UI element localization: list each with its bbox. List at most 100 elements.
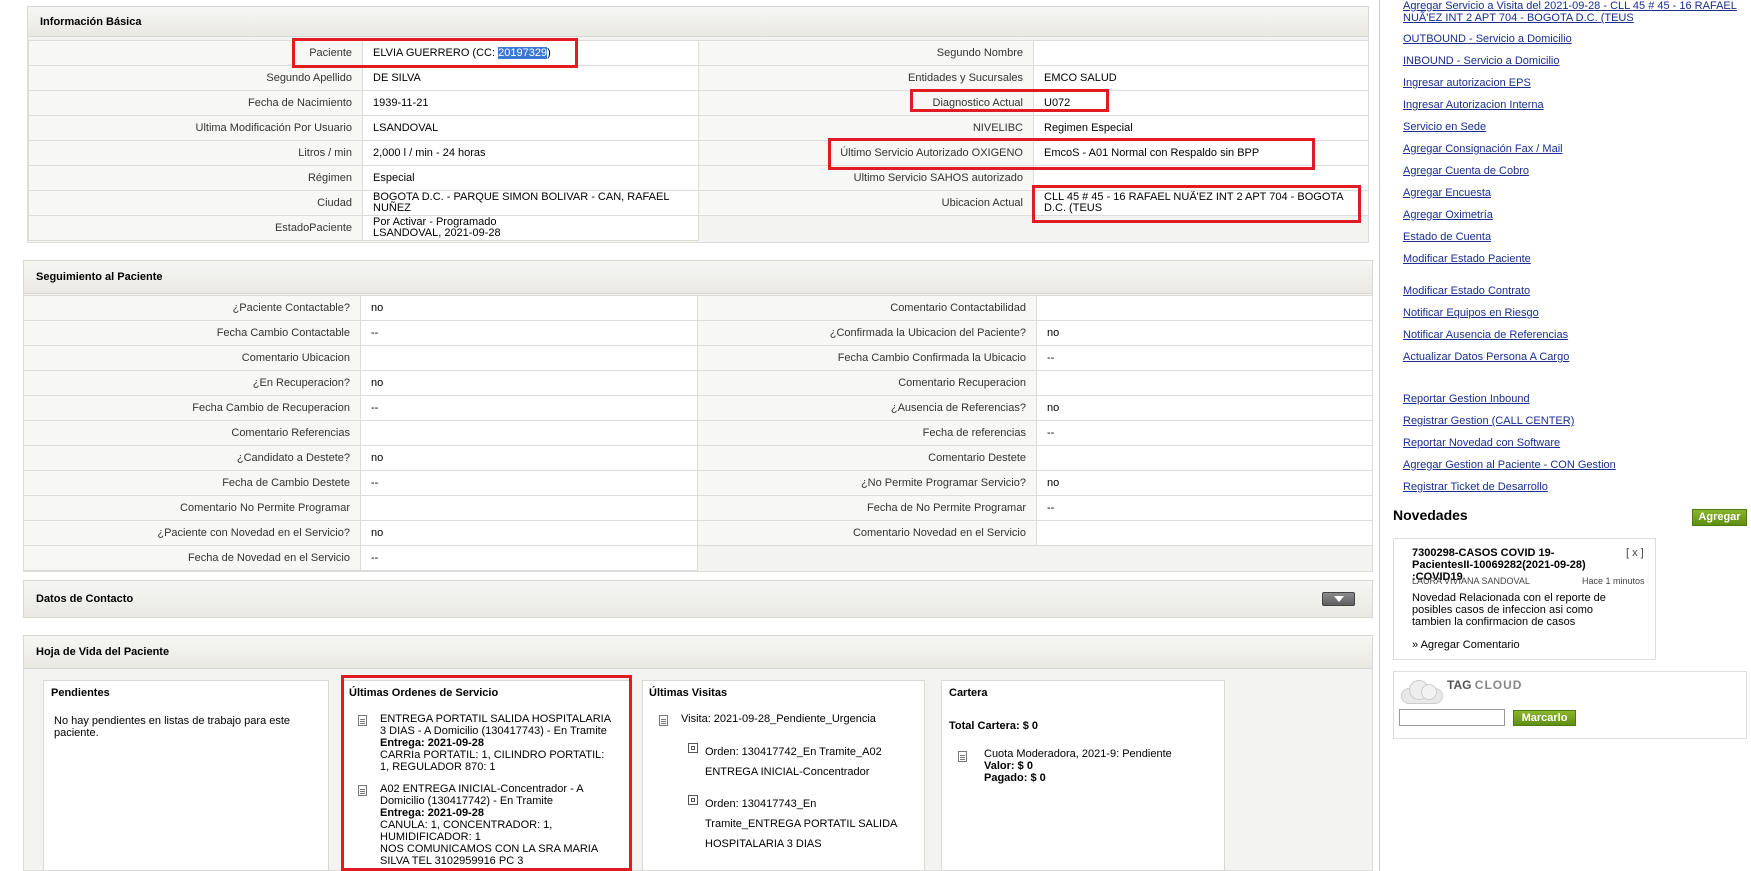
table-row: Régimen Especial <box>28 165 699 191</box>
table-row: Comentario Contactabilidad <box>697 295 1373 321</box>
novedad-time: Hace 1 minutos <box>1582 576 1645 586</box>
chevron-down-icon <box>1334 596 1344 602</box>
table-row: Comentario Referencias <box>23 420 698 446</box>
link-inbound[interactable]: INBOUND - Servicio a Domicilio <box>1403 55 1559 67</box>
patient-id: 20197329 <box>498 46 548 59</box>
pendientes-text: No hay pendientes en listas de trabajo p… <box>54 715 291 739</box>
table-row: Fecha de referencias -- <box>697 420 1373 446</box>
link-servicio-sede[interactable]: Servicio en Sede <box>1403 121 1486 133</box>
field-label: ¿Ausencia de Referencias? <box>697 395 1037 421</box>
field-label: Ciudad <box>28 190 363 216</box>
link-ticket-desarrollo[interactable]: Registrar Ticket de Desarrollo <box>1403 481 1548 493</box>
visit-order-item[interactable]: Orden: 130417743_En Tramite_ENTREGA PORT… <box>705 794 897 854</box>
expand-button[interactable] <box>1322 592 1355 606</box>
document-icon <box>358 715 367 726</box>
link-modificar-estado-contrato[interactable]: Modificar Estado Contrato <box>1403 285 1530 297</box>
table-row: Entidades y Sucursales EMCO SALUD <box>698 65 1369 91</box>
novedades-title: Novedades <box>1393 507 1468 523</box>
order-icon <box>688 795 698 805</box>
field-label: Comentario Referencias <box>23 420 361 446</box>
field-value: Especial <box>362 165 699 191</box>
field-label: ¿Confirmada la Ubicacion del Paciente? <box>697 320 1037 346</box>
field-label: ¿Candidato a Destete? <box>23 445 361 471</box>
add-service-visit-link[interactable]: Agregar Servicio a Visita del 2021-09-28… <box>1403 0 1737 24</box>
link-datos-persona-cargo[interactable]: Actualizar Datos Persona A Cargo <box>1403 351 1569 363</box>
table-row: Fecha Cambio de Recuperacion -- <box>23 395 698 421</box>
table-row: Ciudad BOGOTA D.C. - PARQUE SIMON BOLIVAR… <box>28 190 699 216</box>
field-label: Fecha de Cambio Destete <box>23 470 361 496</box>
field-value <box>360 420 698 446</box>
tag-input[interactable] <box>1399 709 1505 726</box>
table-row: ¿Confirmada la Ubicacion del Paciente? no <box>697 320 1373 346</box>
link-gestion-inbound[interactable]: Reportar Gestion Inbound <box>1403 393 1530 405</box>
contacto-header[interactable]: Datos de Contacto <box>23 580 1373 618</box>
link-cuenta-cobro[interactable]: Agregar Cuenta de Cobro <box>1403 165 1529 177</box>
document-icon <box>358 785 367 796</box>
add-comment-link[interactable]: » Agregar Comentario <box>1412 639 1520 651</box>
order-item[interactable]: A02 ENTREGA INICIAL-Concentrador - A Dom… <box>380 783 625 867</box>
link-outbound[interactable]: OUTBOUND - Servicio a Domicilio <box>1403 33 1572 45</box>
link-novedad-software[interactable]: Reportar Novedad con Software <box>1403 437 1560 449</box>
order-icon <box>688 743 698 753</box>
link-autorizacion-eps[interactable]: Ingresar autorizacion EPS <box>1403 77 1531 89</box>
close-icon[interactable]: [ x ] <box>1626 547 1644 559</box>
field-label: Fecha de referencias <box>697 420 1037 446</box>
link-oximetria[interactable]: Agregar Oximetría <box>1403 209 1493 221</box>
novedad-body: Novedad Relacionada con el reporte de po… <box>1412 592 1606 628</box>
field-label: Fecha Cambio Contactable <box>23 320 361 346</box>
visit-item[interactable]: Visita: 2021-09-28_Pendiente_Urgencia <box>681 713 876 725</box>
ordenes-panel: Últimas Ordenes de Servicio ENTREGA PORT… <box>342 680 630 871</box>
cartera-title: Cartera <box>949 687 988 699</box>
table-row: ¿No Permite Programar Servicio? no <box>697 470 1373 496</box>
field-label: Litros / min <box>28 140 363 166</box>
table-row: Paciente ELVIA GUERRERO (CC: 20197329) <box>28 40 699 66</box>
contacto-title: Datos de Contacto <box>36 593 134 605</box>
link-estado-cuenta[interactable]: Estado de Cuenta <box>1403 231 1491 243</box>
field-value: -- <box>360 470 698 496</box>
field-label: Fecha Cambio de Recuperacion <box>23 395 361 421</box>
table-row: Comentario Destete <box>697 445 1373 471</box>
field-label: Fecha de No Permite Programar <box>697 495 1037 521</box>
table-row: Segundo Apellido DE SILVA <box>28 65 699 91</box>
sidebar-divider <box>1379 0 1380 871</box>
table-row: Fecha Cambio Contactable -- <box>23 320 698 346</box>
basic-info-header: Información Básica <box>27 6 1369 37</box>
link-modificar-estado-paciente[interactable]: Modificar Estado Paciente <box>1403 253 1531 265</box>
link-ausencia-referencias[interactable]: Notificar Ausencia de Referencias <box>1403 329 1568 341</box>
table-row: Comentario Novedad en el Servicio <box>697 520 1373 546</box>
tag-mark-button[interactable]: Marcarlo <box>1513 710 1576 726</box>
link-consignacion[interactable]: Agregar Consignación Fax / Mail <box>1403 143 1563 155</box>
field-value: no <box>1036 320 1373 346</box>
field-value: no <box>360 295 698 321</box>
document-icon <box>659 715 668 726</box>
pendientes-title: Pendientes <box>51 687 110 699</box>
field-value: -- <box>360 545 698 571</box>
add-novedad-button[interactable]: Agregar <box>1692 509 1747 526</box>
link-encuesta[interactable]: Agregar Encuesta <box>1403 187 1491 199</box>
field-value: -- <box>1036 420 1373 446</box>
field-label: Régimen <box>28 165 363 191</box>
field-value: 2,000 l / min - 24 horas <box>362 140 699 166</box>
field-value <box>1036 520 1373 546</box>
order-item[interactable]: ENTREGA PORTATIL SALIDA HOSPITALARIA 3 D… <box>380 713 625 773</box>
field-value: Regimen Especial <box>1033 115 1369 141</box>
field-value: -- <box>1036 495 1373 521</box>
table-row: Comentario Ubicacion <box>23 345 698 371</box>
table-row: Fecha de Cambio Destete -- <box>23 470 698 496</box>
visit-order-item[interactable]: Orden: 130417742_En Tramite_A02 ENTREGA … <box>705 742 882 782</box>
link-autorizacion-interna[interactable]: Ingresar Autorizacion Interna <box>1403 99 1544 111</box>
ordenes-title: Últimas Ordenes de Servicio <box>349 687 499 699</box>
table-row: EstadoPaciente Por Activar - Programado L… <box>28 215 699 241</box>
link-gestion-call-center[interactable]: Registrar Gestion (CALL CENTER) <box>1403 415 1574 427</box>
link-equipos-riesgo[interactable]: Notificar Equipos en Riesgo <box>1403 307 1539 319</box>
table-row: Comentario No Permite Programar <box>23 495 698 521</box>
hoja-vida-title: Hoja de Vida del Paciente <box>36 646 170 658</box>
field-value: U072 <box>1033 90 1369 116</box>
link-gestion-paciente[interactable]: Agregar Gestion al Paciente - CON Gestio… <box>1403 459 1616 471</box>
field-label: ¿En Recuperacion? <box>23 370 361 396</box>
field-value <box>360 495 698 521</box>
table-row: Fecha de Novedad en el Servicio -- <box>23 545 698 571</box>
field-label: Último Servicio Autorizado OXIGENO <box>698 140 1034 166</box>
document-icon <box>958 751 967 762</box>
field-label: Fecha Cambio Confirmada la Ubicacio <box>697 345 1037 371</box>
